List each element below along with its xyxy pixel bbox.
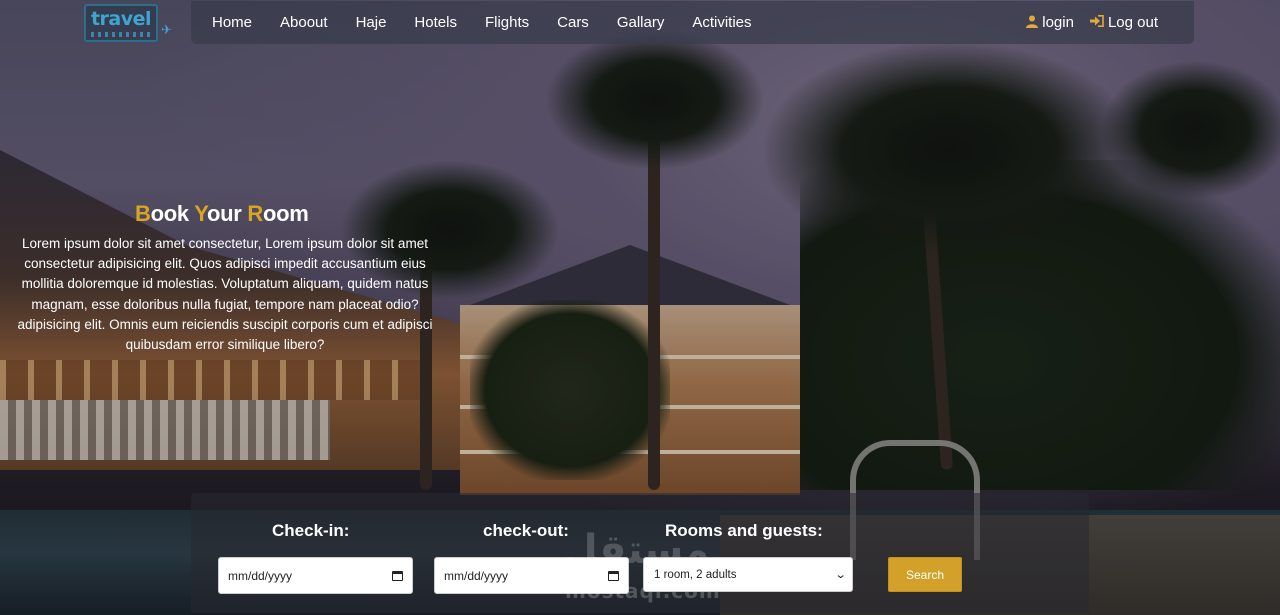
nav-link-gallery[interactable]: Gallary [617, 14, 665, 31]
hero-title-part: our [206, 201, 248, 226]
checkout-placeholder: mm/dd/yyyy [444, 568, 509, 583]
nav-link-home[interactable]: Home [212, 14, 252, 31]
checkin-date-input[interactable]: mm/dd/yyyy [218, 557, 413, 594]
hero-title-accent: Y [194, 201, 207, 226]
hero-title: Book Your Room [135, 201, 309, 227]
nav-link-activities[interactable]: Activities [692, 14, 751, 31]
nav-link-about[interactable]: Aboout [280, 14, 328, 31]
logo-text: travel [90, 7, 152, 30]
hero-title-accent: R [247, 201, 263, 226]
logo-tagline [91, 31, 151, 37]
checkout-label: check-out: [483, 521, 569, 540]
navbar: Home Aboout Haje Hotels Flights Cars Gal… [191, 1, 1194, 44]
checkin-label: Check-in: [272, 521, 350, 540]
plane-icon: ✈ [161, 22, 172, 37]
nav-link-haje[interactable]: Haje [356, 14, 387, 31]
sign-in-icon [1089, 15, 1104, 30]
nav-link-cars[interactable]: Cars [557, 14, 589, 31]
site-logo[interactable]: travel [84, 4, 158, 42]
nav-links: Home Aboout Haje Hotels Flights Cars Gal… [212, 14, 780, 31]
calendar-icon[interactable] [392, 570, 403, 581]
chevron-down-icon: ⌄ [834, 569, 847, 581]
logout-label: Log out [1107, 14, 1158, 31]
nav-link-hotels[interactable]: Hotels [414, 14, 457, 31]
nav-link-flights[interactable]: Flights [485, 14, 529, 31]
hero-description: Lorem ipsum dolor sit amet consectetur, … [17, 236, 433, 353]
rooms-guests-value: 1 room, 2 adults [654, 568, 737, 581]
logout-link[interactable]: Log out [1089, 14, 1158, 31]
hero-title-part: oom [262, 201, 309, 226]
user-icon [1026, 15, 1039, 31]
login-label: login [1042, 14, 1074, 31]
search-button[interactable]: Search [888, 557, 962, 592]
checkin-placeholder: mm/dd/yyyy [228, 568, 293, 583]
login-link[interactable]: login [1026, 14, 1074, 31]
hero-title-accent: B [135, 201, 151, 226]
nav-auth-links: login Log out [1026, 14, 1158, 31]
rooms-guests-select[interactable]: 1 room, 2 adults ⌄ [643, 557, 853, 592]
hero-title-part: ook [150, 201, 195, 226]
